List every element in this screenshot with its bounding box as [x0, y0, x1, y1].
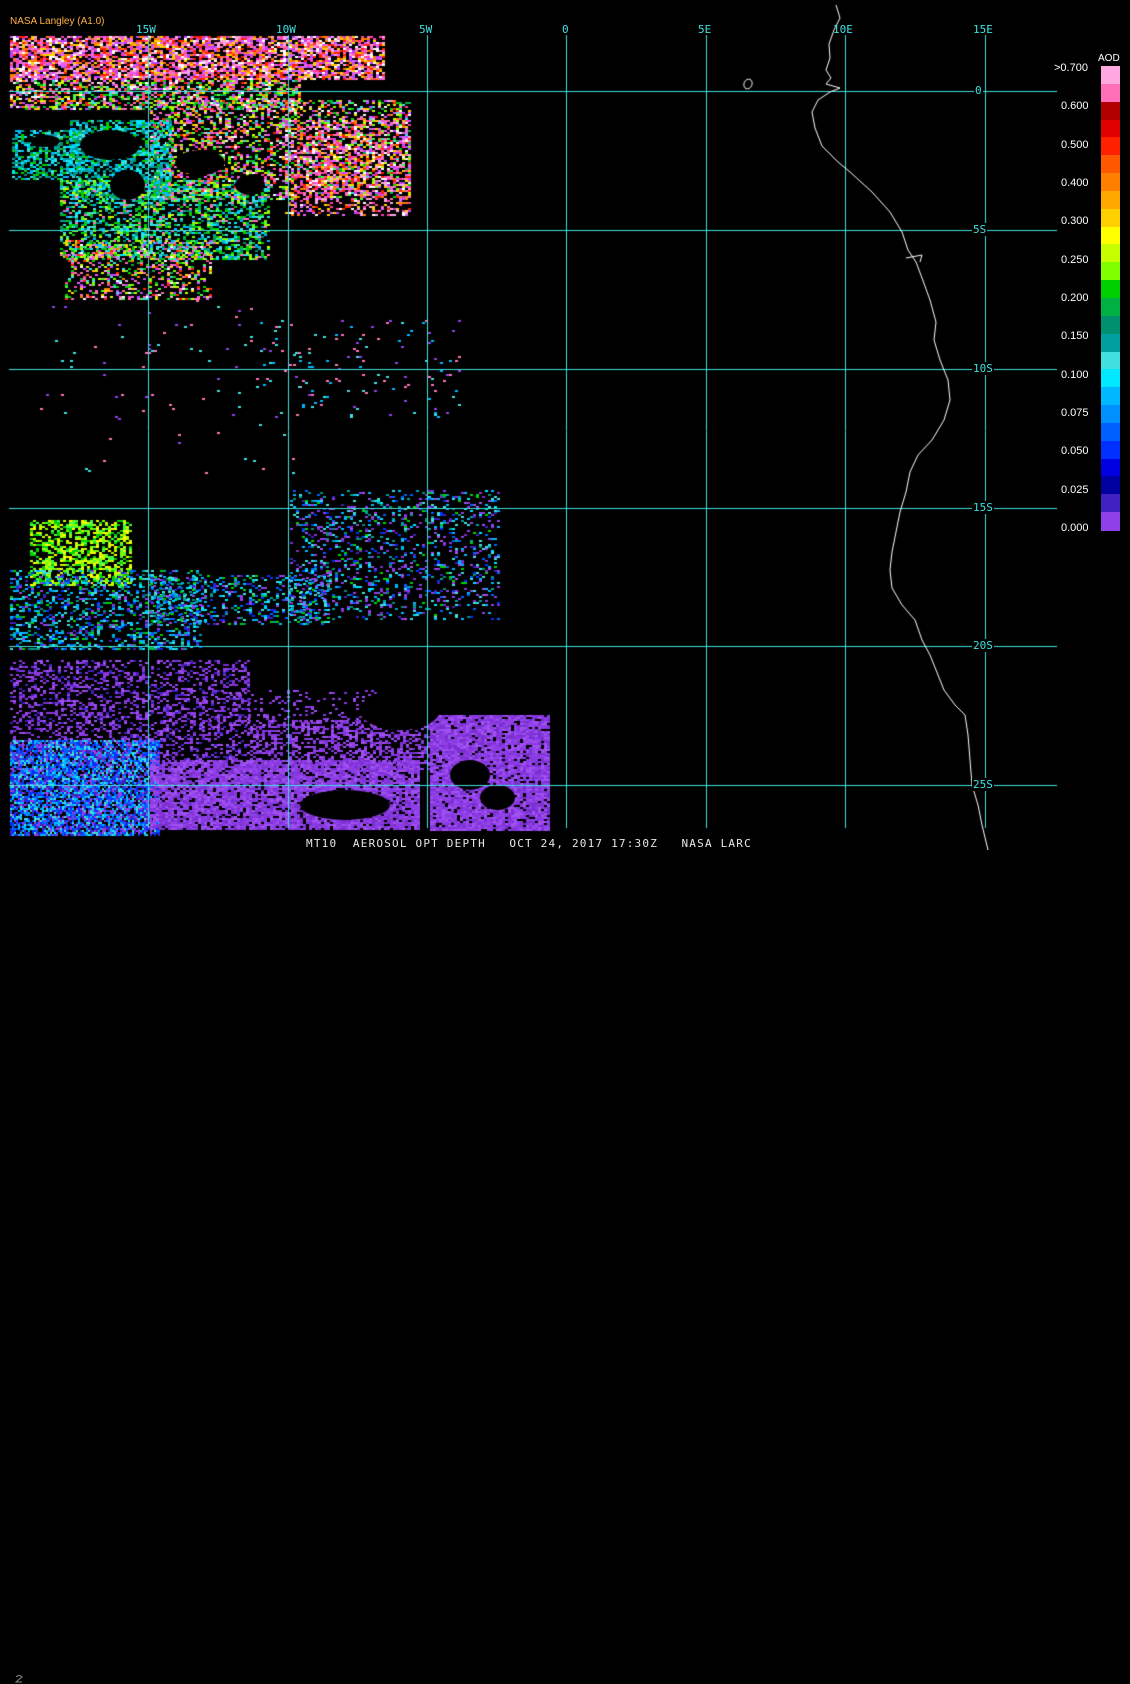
- legend-swatch: [1101, 262, 1120, 281]
- lat-label: 0: [974, 84, 983, 97]
- lon-label: 15E: [973, 23, 993, 36]
- lat-label: 15S: [972, 501, 994, 514]
- legend-tick-label: 0.000: [1061, 522, 1089, 534]
- legend-swatch: [1101, 173, 1120, 192]
- legend-swatch: [1101, 351, 1120, 370]
- legend-tick-label: 0.150: [1061, 330, 1089, 343]
- legend-swatch: [1101, 155, 1120, 174]
- legend-swatch: [1101, 494, 1120, 513]
- legend-swatch: [1101, 512, 1120, 531]
- legend-tick-label: 0.050: [1061, 445, 1089, 458]
- legend-swatch: [1101, 226, 1120, 246]
- legend-swatch: [1101, 66, 1120, 85]
- aod-map-canvas: [0, 0, 1130, 850]
- legend-tick-label: >0.700: [1054, 62, 1088, 74]
- legend-tick-label: 0.400: [1061, 177, 1089, 189]
- legend-swatch: [1101, 101, 1120, 121]
- legend-swatch: [1101, 315, 1120, 335]
- legend-tick-label: 0.200: [1061, 292, 1089, 304]
- legend-tick-label: 0.300: [1061, 215, 1089, 228]
- legend-swatch: [1101, 333, 1120, 353]
- legend-swatch: [1101, 298, 1120, 317]
- legend-swatch: [1101, 369, 1120, 388]
- legend-swatch: [1101, 405, 1120, 424]
- product-title: MT10 AEROSOL OPT DEPTH OCT 24, 2017 17:3…: [306, 837, 752, 850]
- legend-tick-label: 0.500: [1061, 138, 1089, 151]
- lon-label: 5W: [419, 23, 433, 36]
- legend-swatch: [1101, 422, 1120, 442]
- lat-label: 25S: [972, 778, 994, 791]
- legend-swatch: [1101, 83, 1120, 103]
- legend-title: AOD: [1098, 53, 1120, 64]
- footer-bar: MT10 AEROSOL OPT DEPTH OCT 24, 2017 17:3…: [0, 836, 1130, 1683]
- legend-tick-label: 0.600: [1061, 100, 1089, 113]
- lon-label: 0: [562, 23, 569, 36]
- lon-label: 10W: [276, 23, 296, 36]
- credit-label: NASA Langley (A1.0): [10, 16, 105, 27]
- legend-swatch: [1101, 119, 1120, 138]
- legend-swatch: [1101, 190, 1120, 210]
- legend-tick-label: 0.250: [1061, 253, 1089, 266]
- lon-label: 5E: [698, 23, 712, 36]
- legend-swatch: [1101, 440, 1120, 460]
- lon-label: 15W: [136, 23, 156, 36]
- corner-mark-icon: [14, 1675, 23, 1683]
- legend-tick-label: 0.025: [1061, 483, 1089, 496]
- lon-label: 10E: [833, 23, 853, 36]
- legend-swatch: [1101, 458, 1120, 478]
- lat-label: 20S: [972, 639, 994, 652]
- lat-label: 5S: [972, 223, 988, 236]
- legend-swatch: [1101, 476, 1120, 495]
- legend-swatch: [1101, 387, 1120, 406]
- legend-tick-label: 0.100: [1061, 368, 1089, 381]
- legend-swatch: [1101, 208, 1120, 228]
- lat-label: 10S: [972, 362, 994, 375]
- legend-swatch: [1101, 244, 1120, 263]
- legend-swatch: [1101, 137, 1120, 156]
- legend-tick-label: 0.075: [1061, 407, 1089, 419]
- legend-swatch: [1101, 280, 1120, 299]
